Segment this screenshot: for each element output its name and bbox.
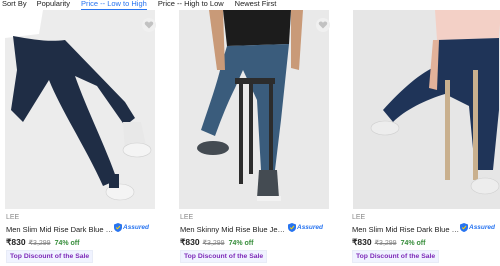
product-title[interactable]: Men Slim Mid Rise Dark Blue Jeans (352, 225, 460, 234)
shield-icon (114, 223, 122, 232)
sort-option-price-low-to-high[interactable]: Price -- Low to High (80, 0, 147, 10)
product-brand: LEE (6, 214, 20, 221)
selling-price: ₹830 (180, 237, 200, 247)
product-image[interactable] (353, 10, 500, 209)
sort-label: Sort By (2, 0, 27, 8)
heart-icon[interactable] (142, 18, 156, 32)
price-row: ₹830 ₹3,299 74% off (180, 237, 253, 248)
product-brand: LEE (352, 214, 366, 221)
product-title[interactable]: Men Slim Mid Rise Dark Blue Jeans (6, 225, 114, 234)
selling-price: ₹830 (352, 237, 372, 247)
sort-option-price-high-to-low[interactable]: Price -- High to Low (158, 0, 224, 8)
product-card[interactable]: LEE Men Slim Mid Rise Dark Blue Jeans As… (350, 10, 500, 266)
shield-icon (460, 223, 468, 232)
product-card[interactable]: LEE Men Slim Mid Rise Dark Blue Jeans As… (0, 10, 160, 266)
discount-percent: 74% off (228, 240, 254, 247)
price-row: ₹830 ₹3,299 74% off (6, 237, 79, 248)
discount-percent: 74% off (54, 240, 80, 247)
shield-icon (288, 223, 296, 232)
sort-bar: Sort By Popularity Price -- Low to High … (0, 0, 500, 10)
price-row: ₹830 ₹3,299 74% off (352, 237, 425, 248)
assured-label: Assured (297, 224, 324, 231)
heart-icon[interactable] (316, 18, 330, 32)
product-brand: LEE (180, 214, 194, 221)
offer-tag: Top Discount of the Sale (180, 250, 268, 263)
assured-label: Assured (469, 224, 496, 231)
selling-price: ₹830 (6, 237, 26, 247)
product-title[interactable]: Men Skinny Mid Rise Blue Jeans (180, 225, 288, 234)
assured-badge: Assured (114, 223, 149, 232)
assured-badge: Assured (460, 223, 495, 232)
sort-option-popularity[interactable]: Popularity (37, 0, 70, 8)
discount-percent: 74% off (400, 240, 426, 247)
original-price: ₹3,299 (28, 240, 51, 247)
original-price: ₹3,299 (374, 240, 397, 247)
product-image[interactable] (5, 10, 155, 209)
original-price: ₹3,299 (202, 240, 225, 247)
sort-option-newest-first[interactable]: Newest First (235, 0, 277, 8)
assured-badge: Assured (288, 223, 323, 232)
product-card[interactable]: LEE Men Skinny Mid Rise Blue Jeans Assur… (177, 10, 337, 266)
product-image[interactable] (179, 10, 329, 209)
assured-label: Assured (123, 224, 150, 231)
offer-tag: Top Discount of the Sale (352, 250, 440, 263)
offer-tag: Top Discount of the Sale (6, 250, 94, 263)
